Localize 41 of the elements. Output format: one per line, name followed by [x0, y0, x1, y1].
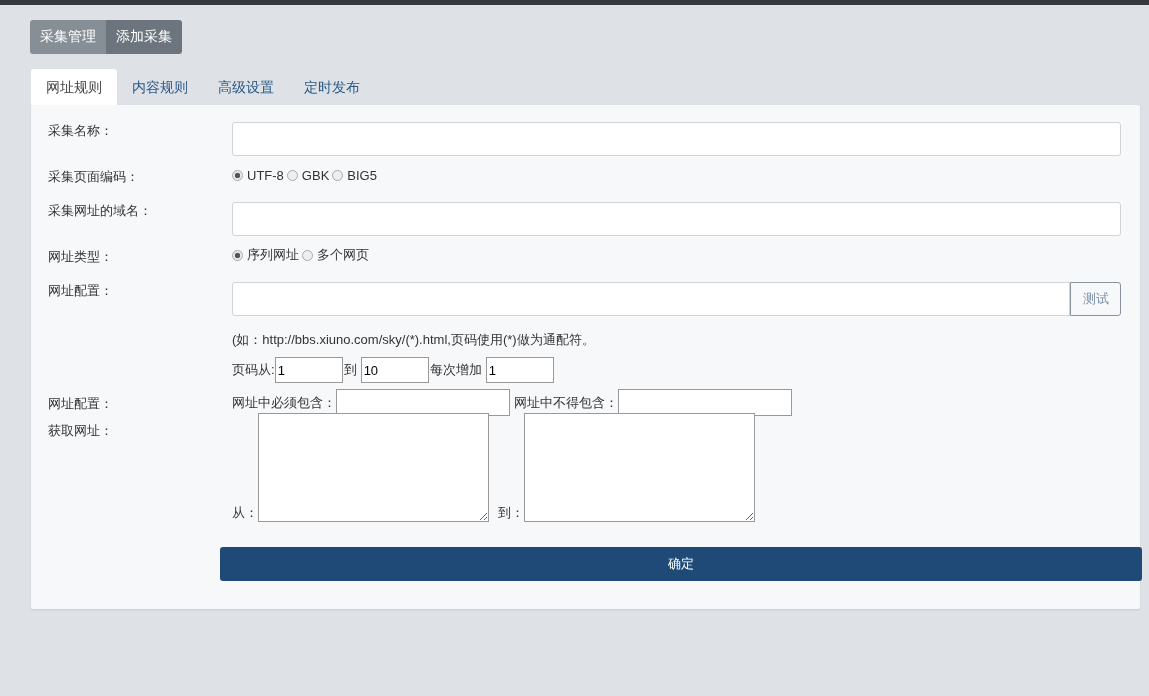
input-field[interactable] — [232, 282, 1070, 316]
field-label: 网址中必须包含： — [232, 393, 336, 412]
radio-button[interactable] — [302, 249, 313, 261]
input-field[interactable] — [232, 202, 1121, 236]
radio-button[interactable] — [232, 249, 243, 261]
tab[interactable]: 内容规则 — [117, 69, 203, 105]
field-label: 获取网址： — [48, 422, 114, 440]
field-label: 网址配置： — [48, 395, 114, 413]
field-label: 网址配置： — [48, 282, 114, 300]
confirm-button[interactable]: 确定 — [220, 547, 1142, 581]
radio-button[interactable] — [232, 169, 243, 181]
input-field[interactable]: 1 — [485, 357, 554, 383]
field-label: 每次增加 — [429, 361, 482, 379]
radio-label: 多个网页 — [317, 246, 369, 264]
nav-button[interactable]: 采集管理 — [30, 20, 106, 54]
field-label: 页码从: — [232, 361, 275, 379]
input-field[interactable] — [232, 122, 1121, 156]
radio-button[interactable] — [286, 169, 298, 181]
tab[interactable]: 网址规则 — [31, 69, 117, 105]
field-label: 采集网址的域名： — [48, 202, 153, 220]
radio-button[interactable] — [332, 169, 344, 181]
radio-label: BIG5 — [347, 167, 377, 183]
input-field[interactable]: 10 — [360, 357, 429, 383]
field-label: 网址中不得包含： — [514, 393, 618, 412]
radio-label: 序列网址 — [247, 246, 299, 264]
nav-button[interactable]: 添加采集 — [106, 20, 182, 54]
field-label: 采集页面编码： — [48, 168, 140, 186]
tab[interactable]: 定时发布 — [289, 69, 375, 105]
field-label: 采集名称： — [48, 122, 114, 140]
tab[interactable]: 高级设置 — [203, 69, 289, 105]
field-label: 到 — [343, 361, 357, 379]
text-area[interactable] — [258, 413, 489, 522]
radio-label: UTF-8 — [247, 167, 284, 183]
field-label: 从： — [232, 504, 258, 522]
radio-label: GBK — [301, 167, 330, 183]
test-button[interactable]: 测试 — [1070, 282, 1121, 316]
input-field[interactable]: 1 — [274, 357, 343, 383]
field-label: 网址类型： — [48, 248, 114, 266]
field-label: 到： — [498, 504, 524, 522]
hint-text: (如：http://bbs.xiuno.com/sky/(*).html,页码使用(*)做为通配符。 — [232, 331, 596, 349]
text-area[interactable] — [524, 413, 755, 522]
